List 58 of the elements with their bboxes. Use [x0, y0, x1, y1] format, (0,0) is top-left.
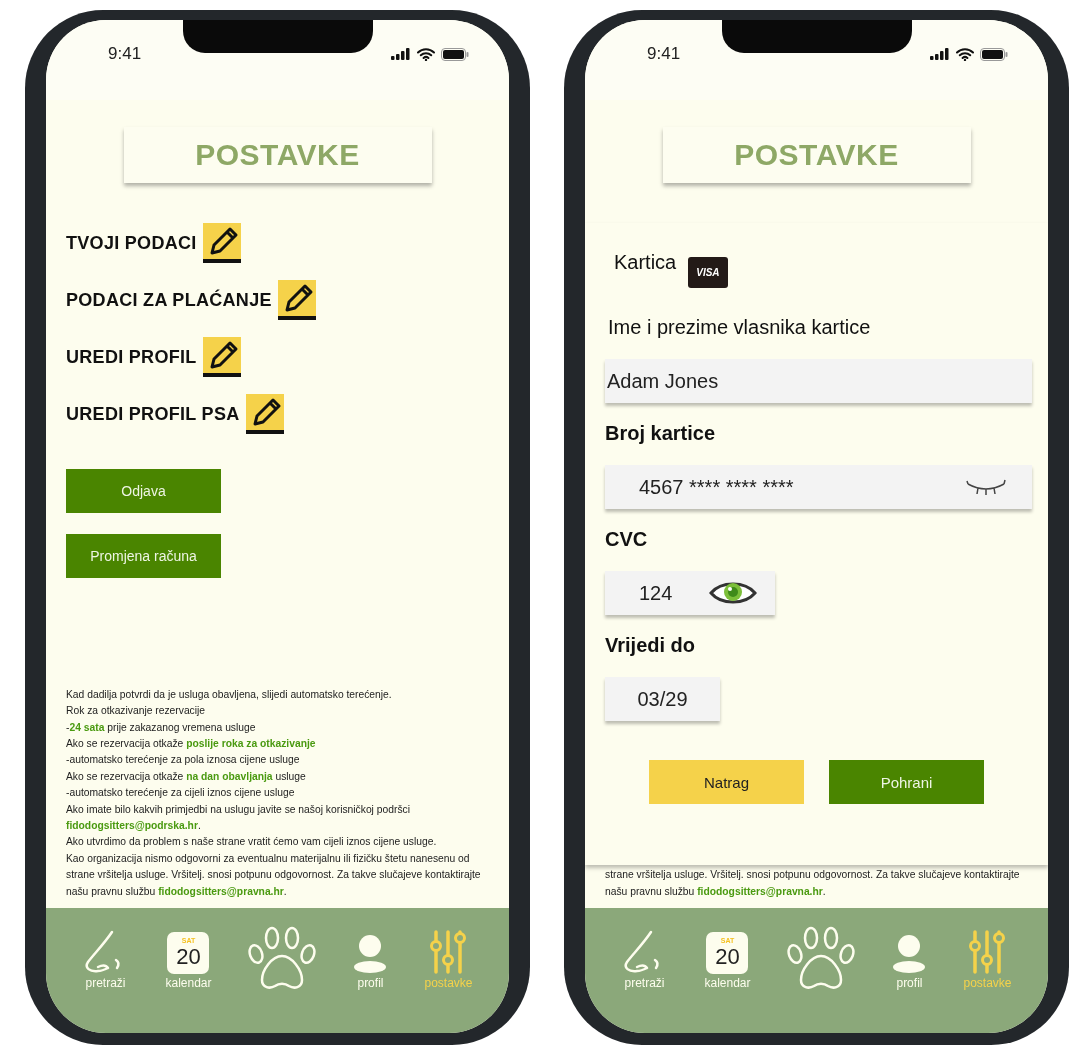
status-time: 9:41 — [647, 44, 681, 64]
settings-item[interactable]: UREDI PROFIL — [66, 346, 197, 368]
closed-eye-icon[interactable] — [966, 478, 1006, 496]
battery-icon — [980, 47, 1008, 61]
input-field[interactable]: Adam Jones — [605, 359, 1032, 403]
signal-icon — [391, 48, 411, 60]
paw-icon — [248, 926, 317, 990]
settings-item[interactable]: UREDI PROFIL PSA — [66, 403, 240, 425]
status-time: 9:41 — [108, 44, 142, 64]
settings-icon — [968, 930, 1007, 974]
settings-icon — [429, 930, 468, 974]
terms-text: našu pravnu službu fidodogsitters@pravna.hr. — [605, 884, 827, 899]
terms-text: Kao organizacija nismo odgovorni za eventualnu materijalnu ili fizičku štetu nanesenu od — [66, 851, 471, 866]
person-icon — [892, 934, 927, 974]
terms-text: strane vršitelja usluge. Vršitelj. snosi potpunu odgovornost. Za takve slučajeve kontaktirajte — [66, 868, 482, 883]
calendar-date: 20 — [715, 945, 740, 969]
page-title: POSTAVKE — [123, 127, 432, 183]
settings-item[interactable]: PODACI ZA PLAĆANJE — [66, 289, 272, 311]
input-field[interactable]: 03/29 — [605, 677, 720, 721]
pencil-icon[interactable] — [277, 280, 316, 320]
field-label: Ime i prezime vlasnika kartice — [608, 316, 871, 339]
terms-text: -24 sata prije zakazanog vremena usluge — [66, 720, 257, 735]
terms-text: fidodogsitters@podrska.hr. — [66, 818, 202, 833]
calendar-date: 20 — [176, 945, 201, 969]
terms-text: Ako utvrdimo da problem s naše strane vratit ćemo vam cijeli iznos cijene usluge. — [66, 835, 438, 850]
field-label: Broj kartice — [605, 422, 716, 445]
nav-item[interactable] — [248, 926, 317, 990]
terms-text: našu pravnu službu fidodogsitters@pravna.hr. — [66, 884, 288, 899]
field-label: Kartica — [614, 251, 677, 274]
input-field[interactable]: 124 — [605, 571, 775, 615]
page-title: POSTAVKE — [662, 127, 971, 183]
field-label: CVC — [605, 528, 648, 551]
terms-text: Kad dadilja potvrdi da je usluga obavljena, slijedi automatsko terećenje. — [66, 687, 393, 702]
paw-icon — [787, 926, 856, 990]
action-button[interactable]: Natrag — [649, 760, 804, 804]
wifi-icon — [417, 47, 435, 61]
battery-icon — [441, 47, 469, 61]
terms-text: -automatsko terećenje za pola iznosa cijene usluge — [66, 753, 301, 768]
terms-text: strane vršitelja usluge. Vršitelj. snosi potpunu odgovornost. Za takve slučajeve kontaktirajte — [605, 868, 1021, 883]
terms-text: Ako se rezervacija otkaže na dan obavljanja usluge — [66, 769, 307, 784]
pencil-icon[interactable] — [245, 394, 284, 434]
terms-text: -automatsko terećenje za cijeli iznos cijene usluge — [66, 786, 296, 801]
settings-item[interactable]: TVOJI PODACI — [66, 232, 197, 254]
action-button[interactable]: Promjena računa — [66, 534, 221, 578]
wifi-icon — [956, 47, 974, 61]
signal-icon — [930, 48, 950, 60]
pencil-icon[interactable] — [202, 337, 241, 377]
action-button[interactable]: Odjava — [66, 469, 221, 513]
card-brand-badge: VISA — [688, 257, 728, 288]
action-button[interactable]: Pohrani — [829, 760, 984, 804]
field-label: Vrijedi do — [605, 634, 696, 657]
terms-text: Ako imate bilo kakvih primjedbi na uslugu javite se našoj korisničkoj podršci — [66, 802, 411, 817]
nav-item[interactable] — [787, 926, 856, 990]
pencil-icon[interactable] — [202, 223, 241, 263]
person-icon — [353, 934, 388, 974]
terms-text: Ako se rezervacija otkaže poslije roka za otkazivanje — [66, 736, 317, 751]
terms-text: Rok za otkazivanje rezervacije — [66, 704, 207, 719]
input-field[interactable]: 4567 **** **** **** — [605, 465, 1032, 509]
